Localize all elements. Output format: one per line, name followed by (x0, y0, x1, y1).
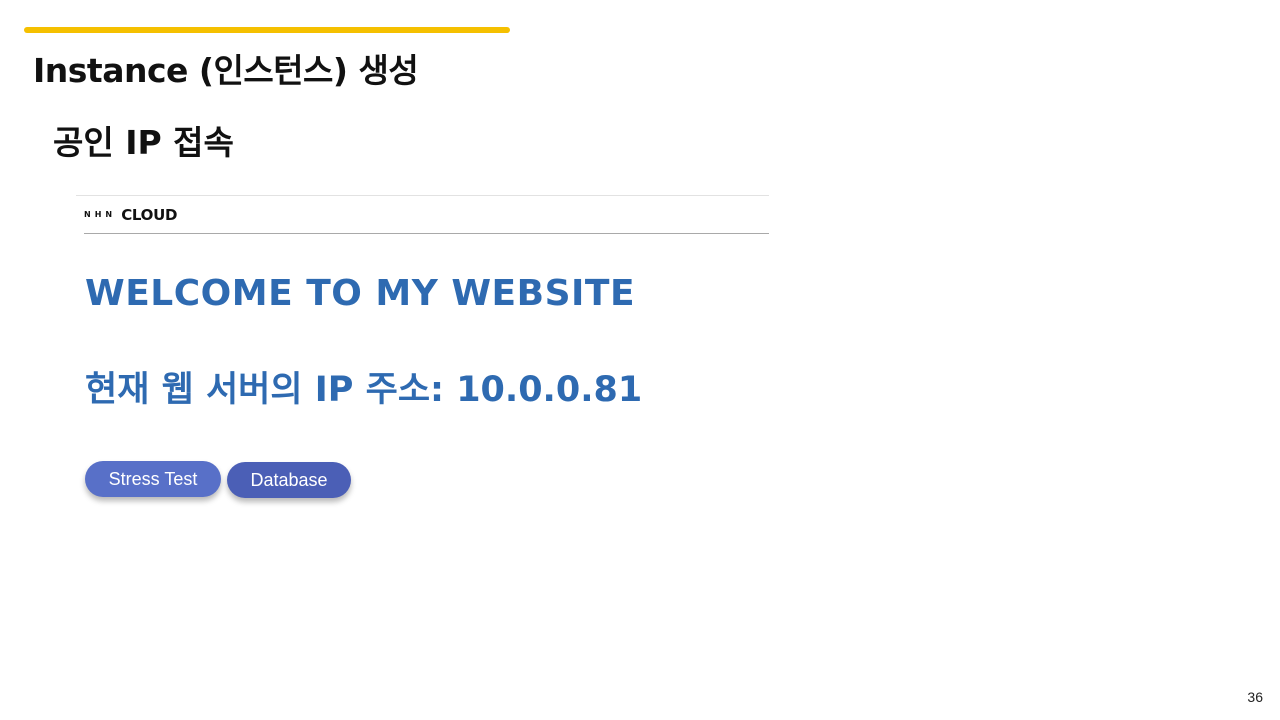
welcome-heading: WELCOME TO MY WEBSITE (85, 273, 636, 314)
accent-bar (24, 27, 510, 33)
slide-title: Instance (인스턴스) 생성 (33, 51, 419, 90)
server-ip-text: 현재 웹 서버의 IP 주소: 10.0.0.81 (85, 370, 643, 410)
page-number: 36 (1247, 689, 1263, 705)
nhn-cloud-logo[interactable]: NHN CLOUD (84, 205, 177, 224)
stress-test-button[interactable]: Stress Test (85, 461, 221, 497)
database-button[interactable]: Database (227, 462, 351, 498)
logo-wordmark: CLOUD (121, 206, 178, 224)
slide-subtitle: 공인 IP 접속 (53, 123, 234, 162)
frame-divider (76, 195, 769, 196)
slide: Instance (인스턴스) 생성 공인 IP 접속 NHN CLOUD WE… (0, 0, 1280, 720)
logo-prefix: NHN (84, 210, 117, 219)
site-header: NHN CLOUD (84, 205, 769, 234)
website-screenshot: NHN CLOUD WELCOME TO MY WEBSITE 현재 웹 서버의… (76, 195, 769, 515)
